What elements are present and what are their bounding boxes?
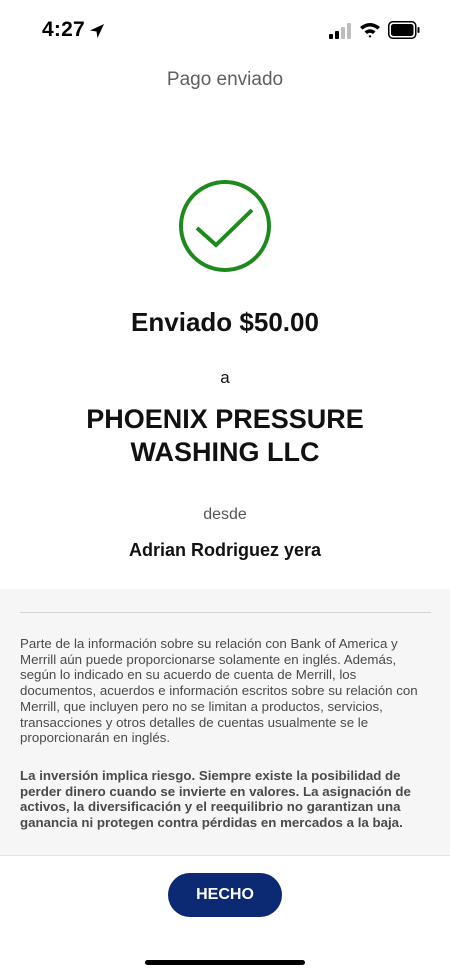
cellular-signal-icon bbox=[329, 23, 351, 39]
location-arrow-icon bbox=[90, 24, 104, 38]
done-button[interactable]: HECHO bbox=[168, 873, 282, 917]
sender-name: Adrian Rodriguez yera bbox=[128, 540, 322, 560]
divider bbox=[20, 612, 431, 613]
wifi-icon bbox=[360, 23, 380, 38]
recipient-name: PHOENIX PRESSURE WASHING LLC bbox=[86, 404, 364, 467]
status-bar: 4:27 bbox=[0, 0, 450, 60]
to-label: a bbox=[220, 368, 230, 387]
from-label: desde bbox=[203, 506, 247, 523]
disclosure-area: Parte de la información sobre su relació… bbox=[0, 589, 450, 855]
language-disclosure: Parte de la información sobre su relació… bbox=[20, 636, 418, 746]
risk-disclosure: La inversión implica riesgo. Siempre exi… bbox=[20, 768, 411, 831]
battery-icon bbox=[388, 21, 420, 39]
home-indicator[interactable] bbox=[145, 960, 305, 965]
checkmark-circle-icon bbox=[179, 180, 271, 272]
sent-amount: Enviado $50.00 bbox=[131, 307, 319, 337]
status-time: 4:27 bbox=[42, 18, 85, 41]
page-title: Pago enviado bbox=[166, 69, 284, 90]
footer: HECHO bbox=[0, 855, 450, 975]
